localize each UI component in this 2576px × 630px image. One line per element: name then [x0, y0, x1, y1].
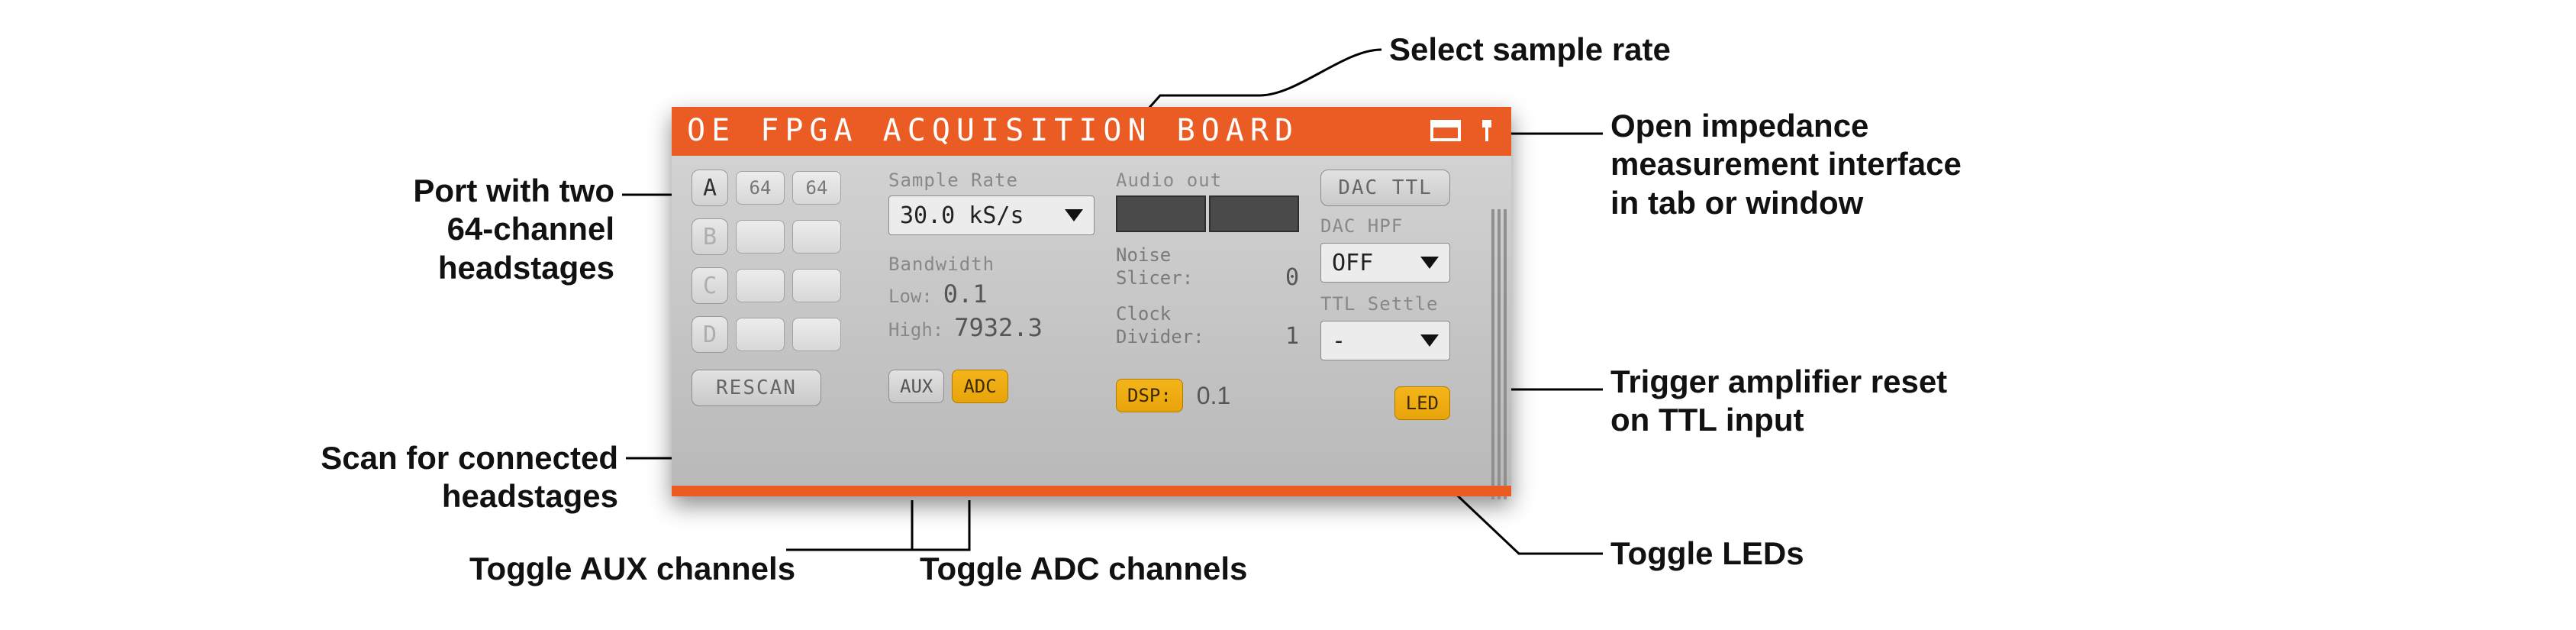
audio-out-right[interactable] — [1209, 195, 1299, 232]
dac-column: DAC TTL DAC HPF OFF TTL Settle - LED — [1320, 170, 1488, 492]
panel-header: OE FPGA ACQUISITION BOARD — [672, 107, 1511, 156]
audio-out-wells[interactable] — [1116, 195, 1299, 232]
port-id-d[interactable]: D — [692, 316, 728, 353]
port-d-hs1[interactable] — [736, 318, 785, 351]
window-icon[interactable] — [1430, 120, 1461, 141]
audio-out-left[interactable] — [1116, 195, 1206, 232]
port-a-hs2[interactable]: 64 — [792, 171, 841, 205]
port-a-hs1[interactable]: 64 — [736, 171, 785, 205]
callout-rescan: Scan for connected headstages — [53, 439, 618, 516]
bandwidth-low-value: 0.1 — [943, 279, 988, 309]
port-id-b[interactable]: B — [692, 218, 728, 255]
port-row-c: C — [692, 267, 867, 304]
port-d-hs2[interactable] — [792, 318, 841, 351]
chevron-down-icon — [1065, 209, 1083, 221]
port-c-hs2[interactable] — [792, 269, 841, 302]
callout-led: Toggle LEDs — [1610, 535, 1804, 573]
callout-adc: Toggle ADC channels — [920, 550, 1247, 588]
dac-ttl-button[interactable]: DAC TTL — [1320, 170, 1450, 206]
aux-toggle[interactable]: AUX — [888, 370, 944, 403]
port-b-hs2[interactable] — [792, 220, 841, 254]
clock-divider-row[interactable]: Divider: 1 — [1116, 323, 1299, 350]
ttl-settle-value: - — [1332, 328, 1346, 354]
callout-aux: Toggle AUX channels — [469, 550, 795, 588]
clock-divider-label-2: Divider: — [1116, 326, 1204, 347]
callout-ttl-settle: Trigger amplifier reset on TTL input — [1610, 363, 1947, 440]
sample-rate-column: Sample Rate 30.0 kS/s Bandwidth Low: 0.1… — [888, 170, 1095, 492]
noise-slicer-value: 0 — [1285, 264, 1299, 291]
ttl-settle-combo[interactable]: - — [1320, 321, 1450, 360]
clock-divider-label-1: Clock — [1116, 305, 1299, 323]
acquisition-board-panel: OE FPGA ACQUISITION BOARD A 64 64 B — [672, 107, 1511, 496]
noise-slicer-label-1: Noise — [1116, 246, 1299, 264]
bandwidth-high-value: 7932.3 — [954, 313, 1043, 342]
dac-hpf-label: DAC HPF — [1320, 215, 1488, 237]
dsp-toggle[interactable]: DSP: — [1116, 379, 1183, 412]
clock-divider-value: 1 — [1285, 323, 1299, 350]
port-id-a[interactable]: A — [692, 170, 728, 206]
ttl-settle-label: TTL Settle — [1320, 293, 1488, 315]
led-toggle[interactable]: LED — [1394, 386, 1450, 420]
drag-handle[interactable] — [1491, 209, 1507, 499]
panel-footer — [672, 486, 1511, 496]
port-b-hs1[interactable] — [736, 220, 785, 254]
chevron-down-icon — [1420, 257, 1439, 269]
dac-hpf-combo[interactable]: OFF — [1320, 243, 1450, 283]
sample-rate-value: 30.0 kS/s — [900, 202, 1024, 229]
bandwidth-low-row[interactable]: Low: 0.1 — [888, 279, 1095, 309]
bandwidth-low-label: Low: — [888, 286, 933, 307]
port-row-d: D — [692, 316, 867, 353]
callout-impedance: Open impedance measurement interface in … — [1610, 107, 1962, 222]
dac-hpf-value: OFF — [1332, 250, 1373, 276]
bandwidth-high-row[interactable]: High: 7932.3 — [888, 313, 1095, 342]
chevron-down-icon — [1420, 334, 1439, 347]
bandwidth-label: Bandwidth — [888, 254, 1095, 275]
sample-rate-label: Sample Rate — [888, 170, 1095, 191]
impedance-icon[interactable] — [1478, 120, 1496, 141]
noise-slicer-row[interactable]: Slicer: 0 — [1116, 264, 1299, 291]
bandwidth-high-label: High: — [888, 319, 943, 341]
audio-out-label: Audio out — [1116, 170, 1299, 191]
rescan-button[interactable]: RESCAN — [692, 370, 821, 406]
callout-port: Port with two 64‑channel headstages — [149, 172, 614, 287]
audio-column: Audio out Noise Slicer: 0 Clock Divider: — [1116, 170, 1299, 492]
adc-toggle[interactable]: ADC — [952, 370, 1008, 403]
port-row-a: A 64 64 — [692, 170, 867, 206]
dsp-value[interactable]: 0.1 — [1197, 382, 1230, 410]
port-c-hs1[interactable] — [736, 269, 785, 302]
port-id-c[interactable]: C — [692, 267, 728, 304]
port-row-b: B — [692, 218, 867, 255]
noise-slicer-label-2: Slicer: — [1116, 267, 1193, 289]
callout-sample-rate: Select sample rate — [1389, 31, 1671, 69]
panel-title: OE FPGA ACQUISITION BOARD — [687, 113, 1299, 148]
sample-rate-combo[interactable]: 30.0 kS/s — [888, 195, 1095, 235]
ports-column: A 64 64 B C D — [692, 170, 867, 492]
